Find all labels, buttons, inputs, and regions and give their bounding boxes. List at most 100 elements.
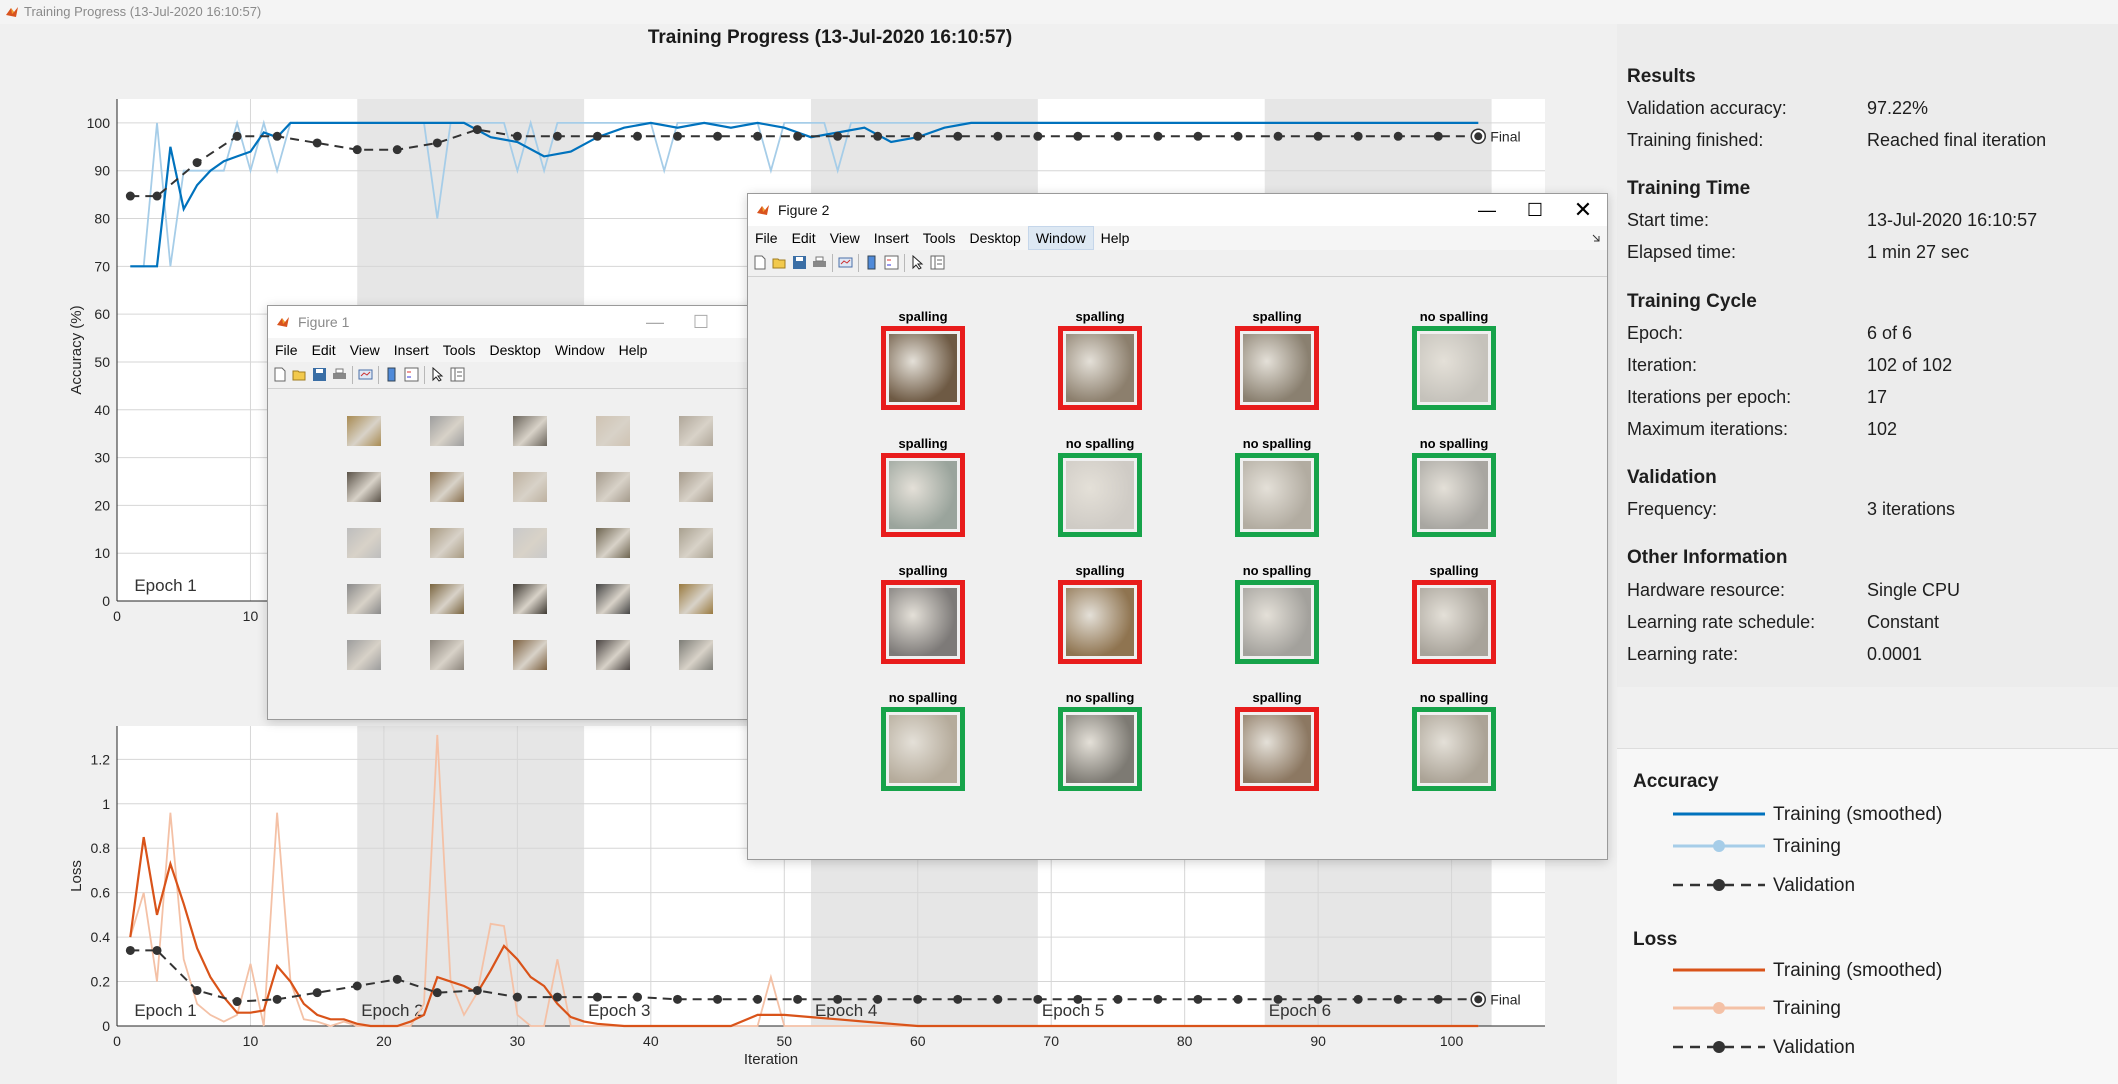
- pointer-icon[interactable]: [430, 367, 445, 382]
- menu-desktop[interactable]: Desktop: [482, 338, 547, 362]
- maximize-button[interactable]: ☐: [1512, 194, 1558, 226]
- validation-point: [1313, 994, 1323, 1004]
- figure1-window[interactable]: Figure 1 — ☐ File Edit View Insert Tools Desk…: [267, 305, 754, 720]
- loss-y-tick-label: 0.6: [91, 885, 111, 901]
- print-icon[interactable]: [332, 367, 347, 382]
- acc-x-tick-label: 0: [113, 608, 121, 624]
- validation-point: [552, 992, 562, 1002]
- loss-y-tick-label: 0.4: [91, 929, 111, 945]
- frequency-value: 3 iterations: [1867, 499, 1956, 519]
- sample-image-thumbnail: [513, 584, 547, 614]
- sample-image-thumbnail: [430, 584, 464, 614]
- validation-heading: Validation: [1627, 467, 1717, 488]
- open-file-icon[interactable]: [292, 367, 307, 382]
- validation-point: [592, 992, 602, 1002]
- menu-tools[interactable]: Tools: [916, 226, 963, 250]
- new-figure-icon[interactable]: [752, 255, 767, 270]
- figure2-window[interactable]: Figure 2 — ☐ ✕ File Edit View Insert Tools De…: [747, 193, 1608, 860]
- validation-point: [673, 994, 683, 1004]
- validation-point: [272, 131, 282, 141]
- legend-icon[interactable]: [404, 367, 419, 382]
- validation-point: [192, 158, 202, 168]
- prediction-tile: spalling: [1058, 563, 1142, 664]
- menu-file[interactable]: File: [748, 226, 785, 250]
- validation-point: [793, 994, 803, 1004]
- menu-insert[interactable]: Insert: [867, 226, 916, 250]
- validation-accuracy-value: 97.22%: [1867, 98, 1929, 118]
- validation-point: [1273, 131, 1283, 141]
- menu-edit[interactable]: Edit: [785, 226, 823, 250]
- menu-desktop[interactable]: Desktop: [962, 226, 1027, 250]
- validation-point: [472, 125, 482, 135]
- pointer-icon[interactable]: [910, 255, 925, 270]
- validation-point: [993, 131, 1003, 141]
- prediction-tile: no spalling: [1412, 690, 1496, 791]
- prediction-label: spalling: [1075, 563, 1125, 578]
- menu-tools[interactable]: Tools: [436, 338, 483, 362]
- training-time-heading: Training Time: [1627, 178, 1751, 199]
- legend-loss-smoothed-label: Training (smoothed): [1773, 960, 1943, 981]
- legend-acc-validation-label: Validation: [1773, 875, 1856, 896]
- validation-point: [1073, 994, 1083, 1004]
- validation-point: [392, 974, 402, 984]
- sample-image-thumbnail: [430, 416, 464, 446]
- loss-x-tick-label: 50: [777, 1033, 793, 1049]
- validation-point: [1153, 994, 1163, 1004]
- menu-view[interactable]: View: [343, 338, 387, 362]
- epoch-label: Epoch 1: [134, 576, 196, 595]
- property-inspector-icon[interactable]: [450, 367, 465, 382]
- plot-legend: Accuracy Training (smoothed) Training Va…: [1617, 748, 2118, 1084]
- menu-edit[interactable]: Edit: [305, 338, 343, 362]
- menu-view[interactable]: View: [823, 226, 867, 250]
- legend-accuracy-heading: Accuracy: [1633, 771, 1719, 792]
- acc-y-tick-label: 60: [94, 306, 110, 322]
- open-file-icon[interactable]: [772, 255, 787, 270]
- figure2-title-bar[interactable]: Figure 2 — ☐ ✕: [748, 194, 1607, 226]
- save-icon[interactable]: [792, 255, 807, 270]
- acc-y-tick-label: 100: [87, 115, 111, 131]
- validation-point: [432, 988, 442, 998]
- link-plot-icon[interactable]: [838, 255, 853, 270]
- print-icon[interactable]: [812, 255, 827, 270]
- menu-file[interactable]: File: [268, 338, 305, 362]
- menu-window[interactable]: Window: [548, 338, 612, 362]
- validation-point: [125, 191, 135, 201]
- maximum-iterations-value: 102: [1867, 419, 1898, 439]
- colorbar-icon[interactable]: [864, 255, 879, 270]
- new-figure-icon[interactable]: [272, 367, 287, 382]
- sample-image-thumbnail: [513, 640, 547, 670]
- colorbar-icon[interactable]: [384, 367, 399, 382]
- link-plot-icon[interactable]: [358, 367, 373, 382]
- epoch-label: Epoch 3: [588, 1001, 650, 1020]
- prediction-tile: no spalling: [1235, 436, 1319, 537]
- undock-arrow-icon[interactable]: [1591, 233, 1601, 243]
- sample-image-thumbnail: [596, 640, 630, 670]
- close-button[interactable]: ✕: [1560, 194, 1606, 226]
- menu-window[interactable]: Window: [1027, 226, 1094, 250]
- validation-point: [1273, 994, 1283, 1004]
- validation-point: [592, 131, 602, 141]
- save-icon[interactable]: [312, 367, 327, 382]
- minimize-button[interactable]: —: [632, 306, 678, 338]
- epoch-shading: [357, 726, 585, 1026]
- legend-acc-validation-swatch: [1673, 879, 1765, 891]
- figure2-toolbar: [748, 250, 1607, 277]
- menu-help[interactable]: Help: [612, 338, 655, 362]
- menu-insert[interactable]: Insert: [387, 338, 436, 362]
- sample-image-thumbnail: [596, 528, 630, 558]
- menu-help[interactable]: Help: [1094, 226, 1137, 250]
- other-information-heading: Other Information: [1627, 547, 1788, 568]
- prediction-label: no spalling: [888, 690, 958, 705]
- minimize-button[interactable]: —: [1464, 194, 1510, 226]
- sample-image-thumbnail: [513, 472, 547, 502]
- training-finished-value: Reached final iteration: [1867, 130, 2047, 150]
- maximize-button[interactable]: ☐: [678, 306, 724, 338]
- figure1-title-bar[interactable]: Figure 1 — ☐: [268, 306, 753, 338]
- prediction-tile: spalling: [1058, 309, 1142, 410]
- loss-x-tick-label: 0: [113, 1033, 121, 1049]
- matlab-logo-icon: [277, 317, 289, 327]
- legend-icon[interactable]: [884, 255, 899, 270]
- property-inspector-icon[interactable]: [930, 255, 945, 270]
- validation-point: [713, 131, 723, 141]
- figure1-toolbar: [268, 362, 753, 389]
